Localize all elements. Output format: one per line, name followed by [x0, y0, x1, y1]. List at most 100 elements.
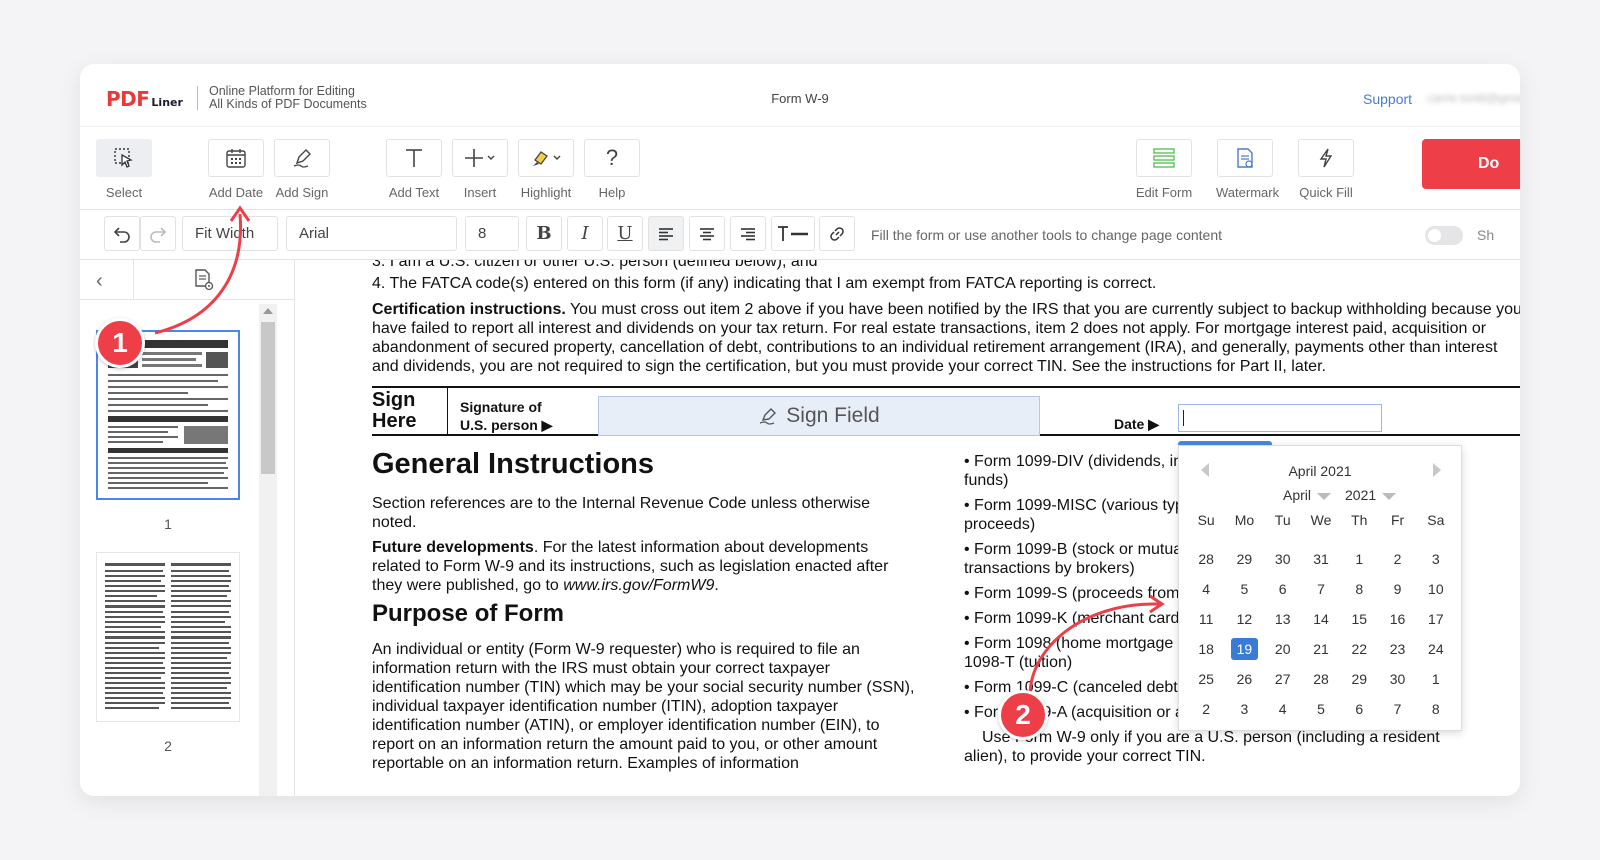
calendar-week: 2 3 4 5 6 7 8: [1187, 694, 1455, 724]
calendar-day[interactable]: 18: [1187, 634, 1225, 664]
calendar-week: 25 26 27 28 29 30 1: [1187, 664, 1455, 694]
doc-line-3: 3. I am a U.S. citizen or other U.S. per…: [372, 260, 818, 270]
chevron-left-icon[interactable]: ‹: [96, 270, 103, 293]
calendar-day[interactable]: 30: [1378, 664, 1416, 694]
date-input[interactable]: [1178, 404, 1382, 432]
calendar-day-number: 2: [1393, 551, 1402, 567]
calendar-day[interactable]: 31: [1302, 544, 1340, 574]
calendar-day[interactable]: 3: [1417, 544, 1455, 574]
page-thumbnail-2[interactable]: [96, 552, 240, 722]
calendar-day[interactable]: 1: [1417, 664, 1455, 694]
calendar-day[interactable]: 12: [1225, 604, 1263, 634]
watermark-tool[interactable]: Watermark: [1216, 139, 1279, 200]
quick-fill-tool[interactable]: Quick Fill: [1297, 139, 1355, 200]
font-family-select[interactable]: Arial: [286, 216, 457, 251]
sidebar-scrollbar[interactable]: [259, 304, 277, 796]
calendar-day-number: 21: [1313, 641, 1329, 657]
next-month-arrow-icon[interactable]: [1433, 463, 1441, 477]
align-center-button[interactable]: [689, 216, 725, 251]
calendar-day[interactable]: 29: [1225, 544, 1263, 574]
calendar-day[interactable]: 7: [1378, 694, 1416, 724]
calendar-day[interactable]: 14: [1302, 604, 1340, 634]
calendar-day[interactable]: 4: [1187, 574, 1225, 604]
calendar-day[interactable]: 2: [1378, 544, 1416, 574]
calendar-day[interactable]: 2: [1187, 694, 1225, 724]
calendar-day[interactable]: 6: [1340, 694, 1378, 724]
line-spacing-button[interactable]: [771, 216, 815, 251]
italic-button[interactable]: I: [567, 216, 603, 251]
calendar-day[interactable]: 6: [1264, 574, 1302, 604]
add-date-tool[interactable]: Add Date: [207, 139, 265, 200]
redo-button[interactable]: [140, 216, 176, 251]
future-developments-paragraph: Future developments. For the latest info…: [372, 538, 912, 595]
calendar-day[interactable]: 28: [1302, 664, 1340, 694]
link-button[interactable]: [819, 216, 855, 251]
underline-button[interactable]: U: [607, 216, 643, 251]
sign-here-label: Sign Here: [372, 390, 416, 432]
year-select[interactable]: 2021: [1345, 487, 1396, 503]
sign-field[interactable]: Sign Field: [598, 396, 1040, 436]
insert-tool[interactable]: Insert: [451, 139, 509, 200]
undo-button[interactable]: [104, 216, 140, 251]
calendar-day[interactable]: 24: [1417, 634, 1455, 664]
calendar-title: April 2021: [1288, 463, 1352, 479]
calendar-day[interactable]: 22: [1340, 634, 1378, 664]
calendar-day[interactable]: 7: [1302, 574, 1340, 604]
calendar-day[interactable]: 30: [1264, 544, 1302, 574]
calendar-day[interactable]: 5: [1302, 694, 1340, 724]
calendar-day[interactable]: 10: [1417, 574, 1455, 604]
align-left-button[interactable]: [648, 216, 684, 251]
align-right-button[interactable]: [730, 216, 766, 251]
calendar-day[interactable]: 21: [1302, 634, 1340, 664]
calendar-day[interactable]: 16: [1378, 604, 1416, 634]
calendar-day[interactable]: 20: [1264, 634, 1302, 664]
scroll-up-arrow-icon[interactable]: [263, 308, 273, 314]
calendar-day[interactable]: 4: [1264, 694, 1302, 724]
document-settings-icon[interactable]: [192, 268, 216, 297]
highlight-tool[interactable]: Highlight: [517, 139, 575, 200]
fd-heading: Future developments: [372, 539, 534, 556]
calendar-day[interactable]: 8: [1417, 694, 1455, 724]
add-sign-tool[interactable]: Add Sign: [273, 139, 331, 200]
month-select[interactable]: April: [1283, 487, 1331, 503]
calendar-day[interactable]: 23: [1378, 634, 1416, 664]
calendar-day[interactable]: 3: [1225, 694, 1263, 724]
irs-link[interactable]: www.irs.gov/FormW9: [563, 577, 714, 594]
calendar-day[interactable]: 19: [1225, 634, 1263, 664]
calendar-day-number: 7: [1317, 581, 1325, 597]
lightning-icon: [1298, 139, 1354, 177]
font-size-select[interactable]: 8: [465, 216, 519, 251]
calendar-day-number: 5: [1240, 581, 1249, 597]
calendar-day[interactable]: 27: [1264, 664, 1302, 694]
calendar-day-number: 4: [1202, 581, 1211, 597]
calendar-day[interactable]: 17: [1417, 604, 1455, 634]
calendar-day[interactable]: 26: [1225, 664, 1263, 694]
header: PDF Liner Online Platform for Editing All…: [80, 64, 1520, 126]
support-link[interactable]: Support: [1363, 91, 1412, 107]
calendar-day[interactable]: 11: [1187, 604, 1225, 634]
calendar-day-number: 30: [1274, 551, 1291, 567]
sign-here-line1: Sign: [372, 389, 416, 411]
calendar-day[interactable]: 28: [1187, 544, 1225, 574]
calendar-day[interactable]: 29: [1340, 664, 1378, 694]
user-email[interactable]: carrie.tontit@gmail.com: [1427, 91, 1520, 105]
format-toolbar: Fit Width Arial 8 B I U Fill the form or…: [80, 210, 1520, 260]
calendar-day-number: 20: [1274, 641, 1291, 657]
add-text-tool[interactable]: Add Text: [385, 139, 443, 200]
scrollbar-thumb[interactable]: [261, 322, 275, 474]
calendar-day[interactable]: 13: [1264, 604, 1302, 634]
help-tool[interactable]: ? Help: [583, 139, 641, 200]
calendar-day-number: 30: [1389, 671, 1406, 687]
select-tool[interactable]: Select: [95, 139, 153, 200]
calendar-day[interactable]: 15: [1340, 604, 1378, 634]
calendar-day[interactable]: 9: [1378, 574, 1416, 604]
calendar-day[interactable]: 1: [1340, 544, 1378, 574]
bold-button[interactable]: B: [526, 216, 562, 251]
toggle-switch[interactable]: [1425, 226, 1463, 245]
edit-form-tool[interactable]: Edit Form: [1135, 139, 1193, 200]
zoom-select[interactable]: Fit Width: [182, 216, 278, 251]
calendar-day[interactable]: 5: [1225, 574, 1263, 604]
calendar-day[interactable]: 25: [1187, 664, 1225, 694]
calendar-day[interactable]: 8: [1340, 574, 1378, 604]
done-button[interactable]: Do: [1422, 139, 1520, 189]
